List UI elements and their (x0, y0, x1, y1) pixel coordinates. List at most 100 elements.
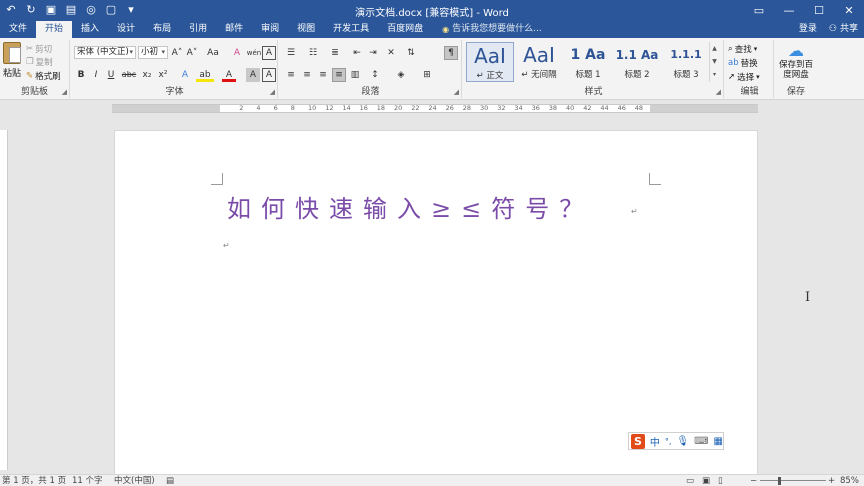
dialog-launcher-icon[interactable]: ◢ (62, 88, 67, 96)
tell-me-box[interactable]: ◉ 告诉我您想要做什么... (432, 21, 542, 38)
ime-punct[interactable]: °, (665, 437, 672, 446)
chevron-down-icon[interactable]: ▼ (710, 55, 719, 68)
document-page[interactable]: 如何快速输入≥≤符号？ ↵ ↵ (114, 130, 758, 475)
format-painter-button[interactable]: ✎ 格式刷 (26, 70, 61, 82)
dialog-launcher-icon[interactable]: ◢ (716, 88, 721, 96)
zoom-out-button[interactable]: − (750, 475, 757, 486)
font-size-select[interactable]: 小初 ▾ (138, 46, 168, 59)
language[interactable]: 中文(中国) (114, 475, 155, 486)
cut-button[interactable]: ✂ 剪切 (26, 43, 52, 55)
sort-icon[interactable]: ⇅ (404, 46, 418, 60)
align-left-icon[interactable]: ≡ (284, 68, 298, 82)
shading-icon[interactable]: ◈ (394, 68, 408, 82)
bold-button[interactable]: B (74, 68, 88, 82)
dialog-launcher-icon[interactable]: ◢ (270, 88, 275, 96)
print-layout-icon[interactable]: ▣ (702, 475, 710, 486)
align-right-icon[interactable]: ≡ (316, 68, 330, 82)
ime-toolbar[interactable]: S 中 °, 🎙 ⌨ ▦ (628, 432, 724, 450)
paragraph-mark: ↵ (223, 241, 230, 250)
enclose-char-button[interactable]: A (262, 68, 276, 82)
tab-file[interactable]: 文件 (0, 21, 36, 38)
tab-design[interactable]: 设计 (108, 21, 144, 38)
superscript-button[interactable]: x² (156, 68, 170, 82)
zoom-slider-handle[interactable] (778, 477, 781, 485)
tab-developer[interactable]: 开发工具 (324, 21, 378, 38)
char-shading-button[interactable]: A (246, 68, 260, 82)
zoom-slider[interactable] (760, 480, 826, 481)
ime-lang[interactable]: 中 (650, 434, 660, 449)
chinese-layout-icon[interactable]: ✕ (384, 46, 398, 60)
style-heading-3[interactable]: 1.1.1 标题 3 (662, 42, 710, 82)
borders-icon[interactable]: ⊞ (420, 68, 434, 82)
increase-indent-icon[interactable]: ⇥ (366, 46, 380, 60)
document-heading[interactable]: 如何快速输入≥≤符号？ (227, 189, 593, 224)
tab-mailings[interactable]: 邮件 (216, 21, 252, 38)
bullets-icon[interactable]: ☰ (284, 46, 298, 60)
justify-icon[interactable]: ≡ (332, 68, 346, 82)
text-effects-button[interactable]: A (178, 68, 192, 82)
share-button[interactable]: ⚇ 共享 (829, 21, 858, 38)
distributed-icon[interactable]: ▥ (348, 68, 362, 82)
microphone-icon[interactable]: 🎙 (676, 436, 689, 447)
change-case-button[interactable]: Aa (204, 46, 222, 60)
tab-references[interactable]: 引用 (180, 21, 216, 38)
style-no-spacing[interactable]: AaI ↵ 无间隔 (515, 42, 563, 82)
dialog-launcher-icon[interactable]: ◢ (454, 88, 459, 96)
vertical-ruler[interactable] (0, 130, 8, 470)
tab-home[interactable]: 开始 (36, 21, 73, 38)
clear-format-button[interactable]: A (230, 46, 244, 60)
horizontal-ruler[interactable]: 2 4 6 8 10 12 14 16 18 20 22 24 26 28 30 32 34 36 38 40 42 44… (0, 100, 864, 116)
maximize-icon[interactable]: ☐ (804, 0, 834, 21)
style-heading-2[interactable]: 1.1 Aa 标题 2 (613, 42, 661, 82)
zoom-in-button[interactable]: + (828, 475, 835, 486)
tab-baidu-netdisk[interactable]: 百度网盘 (378, 21, 432, 38)
tab-review[interactable]: 审阅 (252, 21, 288, 38)
show-marks-icon[interactable]: ¶ (444, 46, 458, 60)
replace-button[interactable]: ab 替换 (728, 57, 758, 69)
chevron-up-icon[interactable]: ▲ (710, 42, 719, 55)
select-button[interactable]: ➚ 选择 ▾ (728, 71, 760, 83)
highlight-button[interactable]: ab (196, 68, 214, 82)
read-mode-icon[interactable]: ▭ (686, 475, 694, 486)
strikethrough-button[interactable]: abc (120, 68, 138, 82)
numbering-icon[interactable]: ☷ (306, 46, 320, 60)
tab-view[interactable]: 视图 (288, 21, 324, 38)
line-spacing-icon[interactable]: ↕ (368, 68, 382, 82)
page-count[interactable]: 第 1 页，共 1 页 (2, 475, 66, 486)
font-name-select[interactable]: 宋体 (中文正) ▾ (74, 46, 136, 59)
tab-layout[interactable]: 布局 (144, 21, 180, 38)
grow-font-button[interactable]: A˄ (170, 46, 184, 60)
shrink-font-button[interactable]: A˅ (185, 46, 199, 60)
decrease-indent-icon[interactable]: ⇤ (350, 46, 364, 60)
save-to-baidu-button[interactable]: ☁ 保存到百度网盘 (778, 42, 814, 81)
italic-button[interactable]: I (89, 68, 103, 82)
subscript-button[interactable]: x₂ (140, 68, 154, 82)
ribbon-display-icon[interactable]: ▭ (744, 0, 774, 21)
style-heading-1[interactable]: 1 Aa 标题 1 (564, 42, 612, 82)
keyboard-icon[interactable]: ⌨ (694, 436, 708, 447)
style-normal[interactable]: AaI ↵ 正文 (466, 42, 514, 82)
ruler-number: 26 (445, 104, 454, 112)
copy-button[interactable]: ❐ 复制 (26, 56, 53, 68)
macro-icon[interactable]: ▤ (166, 475, 174, 486)
multilevel-list-icon[interactable]: ≣ (328, 46, 342, 60)
chevron-down-icon: ▾ (161, 48, 165, 56)
align-center-icon[interactable]: ≡ (300, 68, 314, 82)
tab-insert[interactable]: 插入 (72, 21, 108, 38)
font-color-button[interactable]: A (222, 68, 236, 82)
word-count[interactable]: 11 个字 (72, 475, 103, 486)
underline-button[interactable]: U (104, 68, 118, 82)
find-button[interactable]: ⌕ 查找 ▾ (728, 43, 757, 55)
login-link[interactable]: 登录 (799, 21, 817, 38)
phonetic-guide-button[interactable]: wén (246, 46, 262, 60)
more-icon[interactable]: ▾ (710, 68, 719, 81)
ruler-number: 20 (394, 104, 403, 112)
close-icon[interactable]: ✕ (834, 0, 864, 21)
styles-scroll[interactable]: ▲ ▼ ▾ (709, 42, 719, 82)
minimize-icon[interactable]: — (774, 0, 804, 21)
char-border-button[interactable]: A (262, 46, 276, 60)
skin-icon[interactable]: ▦ (714, 436, 723, 447)
web-layout-icon[interactable]: ▯ (718, 475, 723, 486)
paste-button[interactable]: 粘贴 (2, 42, 22, 79)
zoom-level[interactable]: 85% (840, 475, 859, 486)
